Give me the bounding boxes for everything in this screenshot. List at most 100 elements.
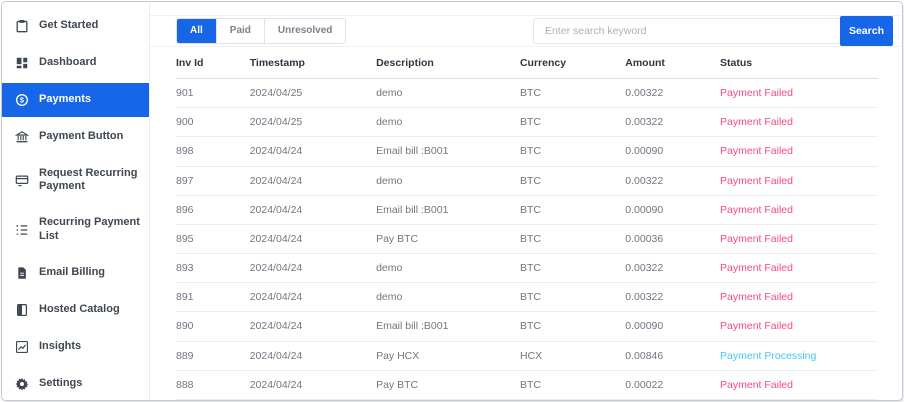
cell-amount: 0.00022	[625, 370, 721, 400]
cell-inv-id: 897	[176, 166, 250, 196]
cell-currency: BTC	[519, 78, 626, 109]
table-row: 889 2024/04/24 Pay HCX HCX 0.00846 Payme…	[176, 341, 878, 371]
sidebar-item-email-billing[interactable]: Email Billing	[2, 256, 149, 290]
cell-status: Payment Failed	[720, 311, 878, 342]
sidebar-item-insights[interactable]: Insights	[2, 330, 149, 364]
cell-status: Payment Failed	[720, 282, 878, 313]
cell-description: demo	[376, 282, 520, 313]
table-row: 891 2024/04/24 demo BTC 0.00322 Payment …	[176, 282, 878, 313]
cell-status: Payment Failed	[720, 224, 878, 255]
cell-currency: BTC	[519, 195, 626, 225]
cell-status: Payment Failed	[720, 399, 878, 400]
sidebar-item-settings[interactable]: Settings	[2, 367, 149, 400]
cell-timestamp: 2024/04/24	[249, 224, 377, 255]
cell-amount: 0.00022	[625, 399, 721, 400]
sidebar-item-label: Request Recurring Payment	[39, 167, 138, 193]
cell-description: demo	[376, 253, 520, 284]
cell-status: Payment Failed	[720, 136, 878, 167]
cell-status: Payment Processing	[720, 341, 878, 371]
sidebar-item-label: Payment Button	[39, 130, 124, 143]
cell-timestamp: 2024/04/25	[249, 107, 377, 138]
cell-description: Pay BTC	[376, 224, 520, 255]
cell-currency: BTC	[519, 253, 626, 284]
dashboard-grid-icon	[15, 56, 29, 70]
cell-amount: 0.00322	[625, 253, 721, 284]
sidebar-item-payments[interactable]: $ Payments	[2, 83, 149, 117]
cell-timestamp: 2024/04/24	[249, 195, 377, 225]
cell-status: Payment Failed	[720, 78, 878, 109]
table-row: 897 2024/04/24 demo BTC 0.00322 Payment …	[176, 166, 878, 196]
column-header: Timestamp	[249, 47, 377, 79]
bank-icon	[15, 130, 29, 144]
cell-inv-id: 890	[176, 311, 250, 342]
cell-description: Email bill :B001	[376, 311, 520, 342]
column-header: Status	[720, 47, 878, 79]
column-header: Inv Id	[176, 47, 250, 79]
numbered-list-icon	[15, 223, 29, 237]
filter-tab-unresolved[interactable]: Unresolved	[264, 19, 346, 43]
table-row: 888 2024/04/24 Pay BTC BTC 0.00022 Payme…	[176, 370, 878, 400]
column-header: Description	[376, 47, 520, 79]
search-button[interactable]: Search	[839, 16, 893, 46]
cell-description: demo	[376, 78, 520, 109]
cell-status: Payment Failed	[720, 195, 878, 225]
sidebar-item-label: Insights	[39, 340, 82, 353]
filter-tab-paid[interactable]: Paid	[216, 19, 265, 43]
search-input[interactable]	[532, 18, 841, 44]
table-row: 893 2024/04/24 demo BTC 0.00322 Payment …	[176, 253, 878, 284]
sidebar-item-recurring-payment-list[interactable]: Recurring Payment List	[2, 206, 149, 252]
cell-timestamp: 2024/04/24	[249, 370, 377, 400]
cell-amount: 0.00090	[625, 136, 721, 167]
cell-timestamp: 2024/04/24	[249, 311, 377, 342]
cell-inv-id: 898	[176, 136, 250, 167]
svg-text:$: $	[20, 96, 25, 105]
gear-icon	[15, 377, 29, 391]
table-body: 901 2024/04/25 demo BTC 0.00322 Payment …	[176, 78, 878, 400]
cell-currency: BTC	[519, 224, 626, 255]
cell-inv-id: 891	[176, 282, 250, 313]
cell-description: Pay HCX	[376, 341, 520, 371]
document-icon	[15, 266, 29, 280]
cell-inv-id: 889	[176, 341, 250, 371]
table-row: 898 2024/04/24 Email bill :B001 BTC 0.00…	[176, 136, 878, 167]
sidebar-item-label: Settings	[39, 377, 83, 390]
cell-inv-id: 895	[176, 224, 250, 255]
sidebar-item-label: Email Billing	[39, 266, 106, 279]
cell-inv-id: 901	[176, 78, 250, 109]
cell-inv-id: 888	[176, 370, 250, 400]
column-header: Amount	[625, 47, 721, 79]
cell-amount: 0.00036	[625, 224, 721, 255]
sidebar-item-dashboard[interactable]: Dashboard	[2, 46, 149, 80]
cell-description: Pay BTC	[376, 399, 520, 400]
cell-currency: HCX	[519, 341, 626, 371]
sidebar-item-hosted-catalog[interactable]: Hosted Catalog	[2, 293, 149, 327]
payments-table-container: Inv Id Timestamp Description Currency Am…	[150, 47, 902, 400]
cell-inv-id: 900	[176, 107, 250, 138]
cell-inv-id: 896	[176, 195, 250, 225]
card-icon	[15, 173, 29, 187]
table-row: 901 2024/04/25 demo BTC 0.00322 Payment …	[176, 78, 878, 109]
sidebar-item-request-recurring-payment[interactable]: Request Recurring Payment	[2, 157, 149, 203]
sidebar-item-label: Recurring Payment List	[39, 216, 140, 242]
cell-amount: 0.00090	[625, 195, 721, 225]
sidebar-item-label: Hosted Catalog	[39, 303, 120, 316]
cell-currency: BTC	[519, 282, 626, 313]
cell-timestamp: 2024/04/24	[249, 136, 377, 167]
dollar-circle-icon: $	[15, 93, 29, 107]
cell-timestamp: 2024/04/24	[249, 253, 377, 284]
cell-currency: BTC	[519, 399, 626, 400]
cell-currency: BTC	[519, 136, 626, 167]
cell-timestamp: 2024/04/24	[249, 166, 377, 196]
cell-description: demo	[376, 107, 520, 138]
table-row: 895 2024/04/24 Pay BTC BTC 0.00036 Payme…	[176, 224, 878, 255]
cell-description: Email bill :B001	[376, 195, 520, 225]
cell-timestamp: 2024/04/24	[249, 341, 377, 371]
filter-tab-all[interactable]: All	[177, 19, 217, 43]
book-icon	[15, 303, 29, 317]
sidebar-item-label: Dashboard	[39, 56, 97, 69]
status-filter-group: All Paid Unresolved	[176, 18, 347, 44]
sidebar-item-payment-button[interactable]: Payment Button	[2, 120, 149, 154]
cell-status: Payment Failed	[720, 253, 878, 284]
cell-timestamp: 2024/04/24	[249, 399, 377, 400]
sidebar-item-get-started[interactable]: Get Started	[2, 9, 149, 43]
